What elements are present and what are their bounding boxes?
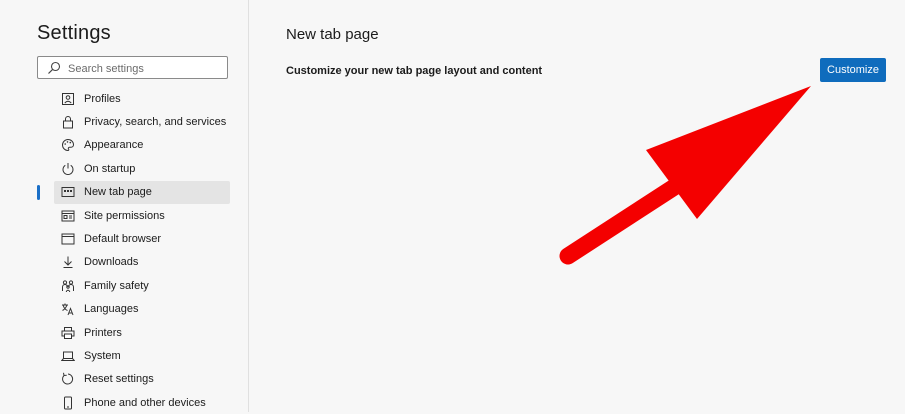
main-content: New tab page Customize your new tab page… bbox=[249, 0, 905, 412]
sidebar-item-family-safety[interactable]: Family safety bbox=[54, 274, 230, 297]
page-title: New tab page bbox=[286, 26, 379, 43]
sidebar-item-label: Privacy, search, and services bbox=[84, 116, 227, 129]
sidebar-item-default-browser[interactable]: Default browser bbox=[54, 227, 230, 250]
profile-icon bbox=[60, 91, 76, 107]
sidebar-item-printers[interactable]: Printers bbox=[54, 321, 230, 344]
settings-sidebar: Settings Profiles Privacy, search, and s… bbox=[0, 0, 249, 412]
customize-row-label: Customize your new tab page layout and c… bbox=[286, 65, 543, 77]
sidebar-item-appearance[interactable]: Appearance bbox=[54, 134, 230, 157]
sidebar-item-languages[interactable]: Languages bbox=[54, 298, 230, 321]
sidebar-item-new-tab-page[interactable]: New tab page bbox=[37, 180, 230, 204]
sidebar-item-label: Phone and other devices bbox=[84, 396, 206, 409]
sidebar-item-label: System bbox=[84, 349, 121, 362]
family-icon bbox=[60, 278, 76, 294]
palette-icon bbox=[60, 137, 76, 153]
sidebar-item-system[interactable]: System bbox=[54, 344, 230, 367]
sidebar-item-label: Appearance bbox=[84, 139, 144, 152]
sidebar-item-label: Family safety bbox=[84, 279, 149, 292]
sidebar-item-downloads[interactable]: Downloads bbox=[54, 251, 230, 274]
sidebar-item-label: New tab page bbox=[84, 186, 152, 199]
site-permissions-icon bbox=[60, 208, 76, 224]
app-title: Settings bbox=[37, 22, 111, 44]
search-box[interactable] bbox=[37, 56, 228, 79]
sidebar-item-privacy[interactable]: Privacy, search, and services bbox=[54, 110, 230, 133]
customize-button[interactable]: Customize bbox=[820, 58, 886, 82]
sidebar-item-label: Downloads bbox=[84, 256, 139, 269]
phone-icon bbox=[60, 395, 76, 411]
reset-icon bbox=[60, 371, 76, 387]
sidebar-item-label: Reset settings bbox=[84, 373, 154, 386]
sidebar-item-label: Languages bbox=[84, 303, 139, 316]
download-icon bbox=[60, 254, 76, 270]
languages-icon bbox=[60, 301, 76, 317]
sidebar-item-label: Site permissions bbox=[84, 209, 165, 222]
new-tab-icon bbox=[60, 184, 76, 200]
power-icon bbox=[60, 161, 76, 177]
sidebar-item-label: Profiles bbox=[84, 92, 121, 105]
sidebar-item-label: On startup bbox=[84, 162, 136, 175]
sidebar-nav: Profiles Privacy, search, and services A… bbox=[0, 87, 248, 414]
sidebar-item-label: Printers bbox=[84, 326, 122, 339]
sidebar-item-profiles[interactable]: Profiles bbox=[54, 87, 230, 110]
sidebar-item-on-startup[interactable]: On startup bbox=[54, 157, 230, 180]
lock-icon bbox=[60, 114, 76, 130]
sidebar-item-site-permissions[interactable]: Site permissions bbox=[54, 204, 230, 227]
browser-icon bbox=[60, 231, 76, 247]
sidebar-item-reset-settings[interactable]: Reset settings bbox=[54, 368, 230, 391]
sidebar-item-label: Default browser bbox=[84, 233, 162, 246]
printer-icon bbox=[60, 325, 76, 341]
search-input[interactable] bbox=[66, 59, 225, 78]
laptop-icon bbox=[60, 348, 76, 364]
sidebar-item-phone-devices[interactable]: Phone and other devices bbox=[54, 391, 230, 414]
search-icon bbox=[48, 61, 61, 74]
